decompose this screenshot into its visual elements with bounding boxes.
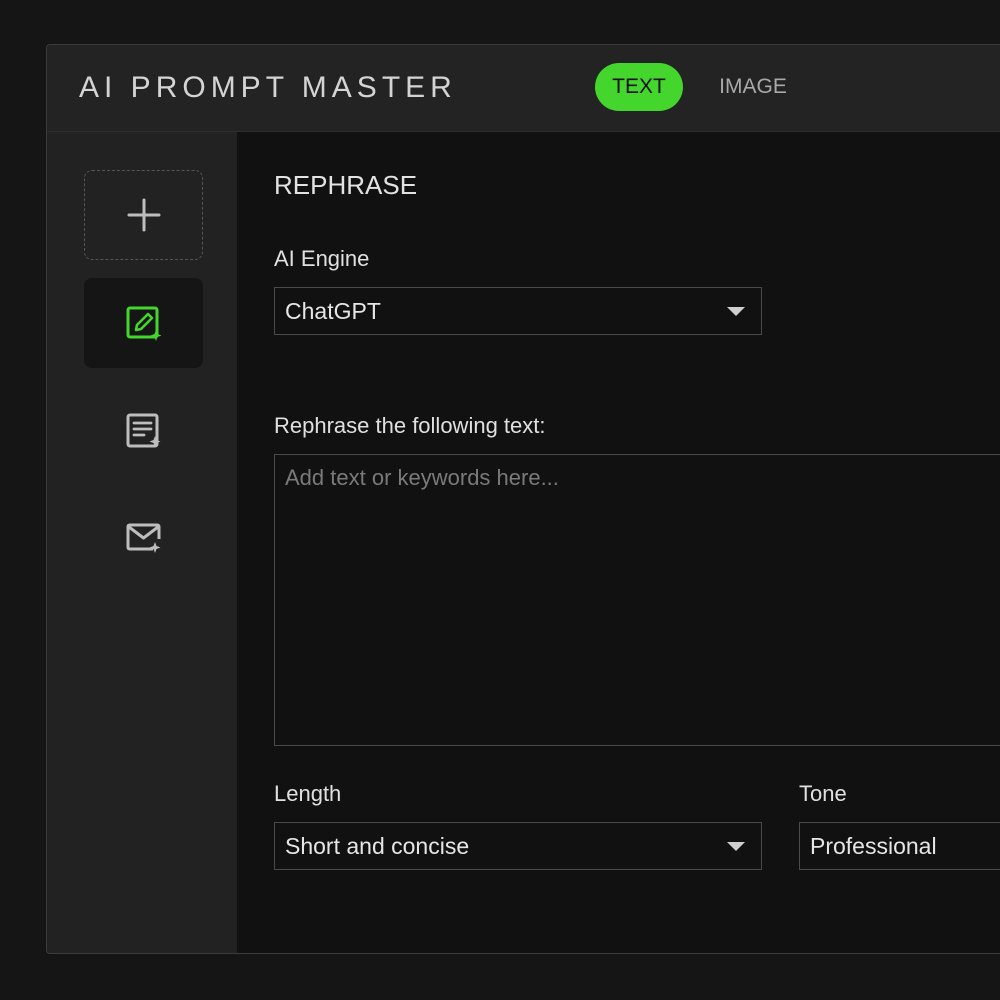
tone-label: Tone [799, 781, 847, 806]
rephrase-text-input[interactable]: Add text or keywords here... [274, 454, 1000, 746]
length-label: Length [274, 781, 342, 806]
edit-sparkle-icon [126, 306, 161, 341]
sidebar-item-write[interactable] [84, 386, 203, 476]
input-label: Rephrase the following text: [274, 413, 546, 438]
length-select[interactable]: Short and concise [274, 822, 762, 870]
sidebar [47, 132, 237, 953]
ai-engine-label: AI Engine [274, 246, 370, 271]
mail-sparkle-icon [126, 523, 160, 553]
chevron-down-icon [727, 307, 745, 316]
ai-engine-value: ChatGPT [285, 298, 381, 324]
tab-image[interactable]: IMAGE [707, 63, 799, 111]
tone-value: Professional [810, 833, 937, 859]
section-title: REPHRASE [274, 170, 418, 200]
length-value: Short and concise [285, 833, 470, 859]
sidebar-add-button[interactable] [84, 170, 203, 260]
title-bar: AI PROMPT MASTER TEXT IMAGE [47, 45, 1000, 132]
tone-select[interactable]: Professional [799, 822, 1000, 870]
chevron-down-icon [727, 842, 745, 851]
tab-text[interactable]: TEXT [595, 63, 683, 111]
sidebar-item-email[interactable] [84, 493, 203, 583]
input-placeholder: Add text or keywords here... [285, 465, 559, 490]
main-content: REPHRASE AI Engine ChatGPT Rephrase the … [274, 132, 1000, 953]
app-window: AI PROMPT MASTER TEXT IMAGE REPHRASE AI … [46, 44, 1000, 954]
sidebar-item-rephrase[interactable] [84, 278, 203, 368]
plus-icon [127, 198, 160, 232]
document-sparkle-icon [126, 413, 160, 448]
app-title: AI PROMPT MASTER [79, 71, 457, 104]
ai-engine-select[interactable]: ChatGPT [274, 287, 762, 335]
